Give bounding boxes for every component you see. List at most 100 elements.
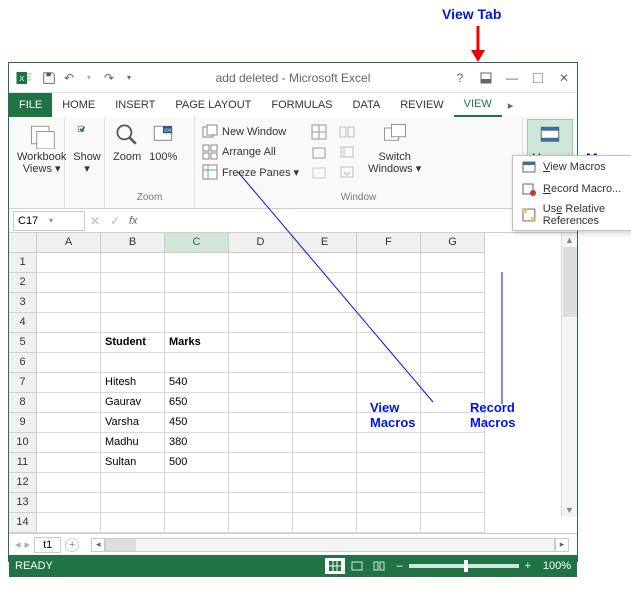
col-head-c[interactable]: C bbox=[165, 233, 229, 253]
menu-view-macros[interactable]: View Macros bbox=[513, 156, 631, 178]
tab-formulas[interactable]: FORMULAS bbox=[261, 93, 342, 117]
row-head[interactable]: 5 bbox=[9, 333, 37, 353]
cell[interactable] bbox=[37, 433, 101, 453]
cell[interactable] bbox=[101, 493, 165, 513]
cell-c11[interactable]: 500 bbox=[165, 453, 229, 473]
cancel-formula-icon[interactable]: ✕ bbox=[85, 211, 105, 231]
cell[interactable] bbox=[229, 473, 293, 493]
cell[interactable] bbox=[165, 293, 229, 313]
qat-undo-icon[interactable]: ↶ bbox=[59, 68, 79, 88]
show-button[interactable]: Show ▾ bbox=[69, 119, 105, 177]
cell[interactable] bbox=[229, 413, 293, 433]
cell[interactable] bbox=[37, 393, 101, 413]
cell-b9[interactable]: Varsha bbox=[101, 413, 165, 433]
help-icon[interactable]: ? bbox=[447, 68, 473, 88]
hide-button[interactable] bbox=[308, 143, 330, 161]
cell[interactable] bbox=[165, 473, 229, 493]
cell[interactable] bbox=[421, 453, 485, 473]
hscroll-right-icon[interactable]: ▸ bbox=[555, 538, 569, 552]
accept-formula-icon[interactable]: ✓ bbox=[105, 211, 125, 231]
workbook-views-button[interactable]: Workbook Views ▾ bbox=[13, 119, 70, 177]
hscroll-left-icon[interactable]: ◂ bbox=[91, 538, 105, 552]
cell[interactable] bbox=[357, 453, 421, 473]
cell[interactable] bbox=[101, 473, 165, 493]
cell[interactable] bbox=[101, 293, 165, 313]
cell[interactable] bbox=[165, 353, 229, 373]
maximize-icon[interactable] bbox=[525, 68, 551, 88]
new-window-button[interactable]: New Window bbox=[199, 123, 302, 141]
cell[interactable] bbox=[293, 493, 357, 513]
name-box[interactable]: C17 ▾ bbox=[13, 211, 85, 231]
col-head-b[interactable]: B bbox=[101, 233, 165, 253]
cell-c10[interactable]: 380 bbox=[165, 433, 229, 453]
cell[interactable] bbox=[357, 433, 421, 453]
scroll-down-icon[interactable]: ▼ bbox=[562, 503, 577, 517]
tab-file[interactable]: FILE bbox=[9, 93, 52, 117]
zoom-100-button[interactable]: 100 100% bbox=[145, 119, 181, 165]
tab-overflow-icon[interactable]: ▸ bbox=[502, 93, 520, 117]
cell[interactable] bbox=[165, 273, 229, 293]
vscroll-thumb[interactable] bbox=[563, 247, 577, 317]
view-normal-icon[interactable] bbox=[325, 558, 345, 574]
tab-home[interactable]: HOME bbox=[52, 93, 105, 117]
split-button[interactable] bbox=[308, 123, 330, 141]
row-head[interactable]: 14 bbox=[9, 513, 37, 533]
sheet-nav-next-icon[interactable]: ▸ bbox=[25, 538, 31, 551]
vertical-scrollbar[interactable]: ▲ ▼ bbox=[561, 233, 577, 517]
tab-review[interactable]: REVIEW bbox=[390, 93, 453, 117]
cell[interactable] bbox=[101, 313, 165, 333]
cell[interactable] bbox=[229, 513, 293, 533]
cell-b8[interactable]: Gaurav bbox=[101, 393, 165, 413]
close-icon[interactable]: ✕ bbox=[551, 68, 577, 88]
cell[interactable] bbox=[293, 473, 357, 493]
zoom-button[interactable]: Zoom bbox=[109, 119, 145, 165]
cell[interactable] bbox=[37, 513, 101, 533]
horizontal-scrollbar[interactable]: ◂ ▸ bbox=[91, 538, 569, 552]
select-all-corner[interactable] bbox=[9, 233, 37, 253]
cell[interactable] bbox=[37, 253, 101, 273]
cell[interactable] bbox=[293, 453, 357, 473]
row-head[interactable]: 1 bbox=[9, 253, 37, 273]
cell[interactable] bbox=[37, 313, 101, 333]
cell[interactable] bbox=[37, 293, 101, 313]
minimize-icon[interactable]: — bbox=[499, 68, 525, 88]
tab-page-layout[interactable]: PAGE LAYOUT bbox=[165, 93, 261, 117]
cell[interactable] bbox=[37, 273, 101, 293]
qat-undo-more-icon[interactable]: ▾ bbox=[79, 68, 99, 88]
cell[interactable] bbox=[165, 313, 229, 333]
cell[interactable] bbox=[421, 433, 485, 453]
arrange-all-button[interactable]: Arrange All bbox=[199, 143, 302, 161]
cell-b5[interactable]: Student bbox=[101, 333, 165, 353]
cell[interactable] bbox=[421, 513, 485, 533]
cell[interactable] bbox=[229, 493, 293, 513]
cell-c5[interactable]: Marks bbox=[165, 333, 229, 353]
sheet-nav-prev-icon[interactable]: ◂ bbox=[15, 538, 21, 551]
cell[interactable] bbox=[101, 353, 165, 373]
menu-record-macro[interactable]: Record Macro... bbox=[513, 178, 631, 200]
menu-relative-refs[interactable]: Use Relative References bbox=[513, 200, 631, 230]
cell-b10[interactable]: Madhu bbox=[101, 433, 165, 453]
cell[interactable] bbox=[37, 333, 101, 353]
cell[interactable] bbox=[37, 453, 101, 473]
cell[interactable] bbox=[357, 473, 421, 493]
col-head-a[interactable]: A bbox=[37, 233, 101, 253]
cell[interactable] bbox=[357, 513, 421, 533]
tab-insert[interactable]: INSERT bbox=[105, 93, 165, 117]
view-side-button[interactable] bbox=[336, 123, 358, 141]
cell[interactable] bbox=[101, 513, 165, 533]
cell[interactable] bbox=[37, 473, 101, 493]
name-box-chevron-icon[interactable]: ▾ bbox=[49, 216, 80, 225]
tab-data[interactable]: DATA bbox=[343, 93, 391, 117]
cell[interactable] bbox=[165, 513, 229, 533]
cell[interactable] bbox=[37, 493, 101, 513]
ribbon-options-icon[interactable] bbox=[473, 68, 499, 88]
row-head[interactable]: 9 bbox=[9, 413, 37, 433]
cell[interactable] bbox=[293, 433, 357, 453]
cell[interactable] bbox=[37, 413, 101, 433]
cell[interactable] bbox=[37, 353, 101, 373]
row-head[interactable]: 4 bbox=[9, 313, 37, 333]
cell-b7[interactable]: Hitesh bbox=[101, 373, 165, 393]
cell-c9[interactable]: 450 bbox=[165, 413, 229, 433]
row-head[interactable]: 2 bbox=[9, 273, 37, 293]
cell[interactable] bbox=[421, 473, 485, 493]
